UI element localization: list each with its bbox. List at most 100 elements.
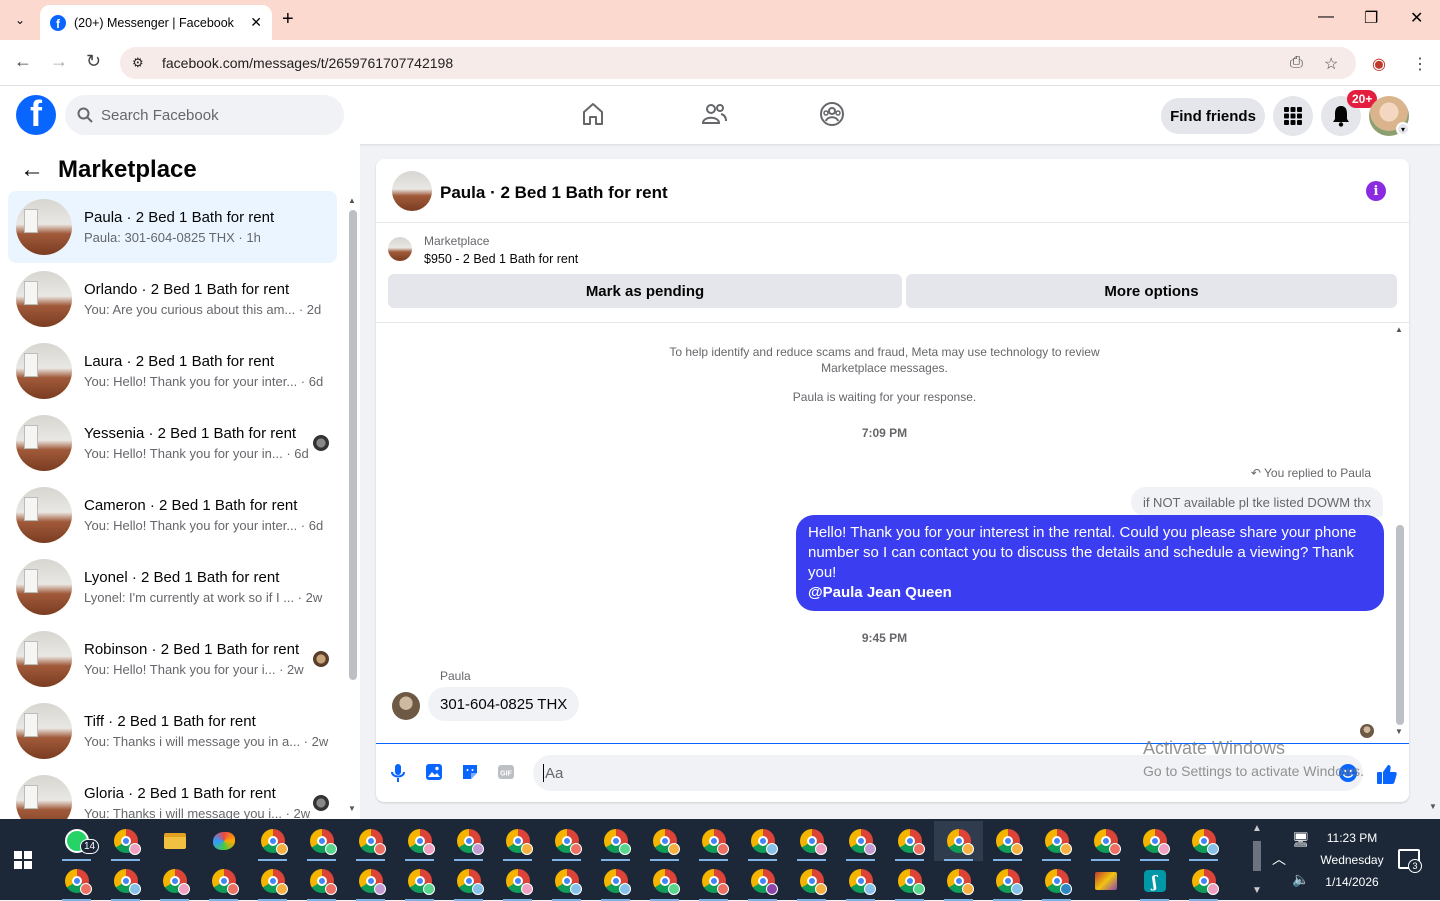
scroll-down-icon[interactable]: ▼	[348, 804, 356, 813]
chrome-icon[interactable]	[297, 861, 346, 901]
thumbs-up-icon[interactable]	[1376, 763, 1398, 785]
streaming-app-icon[interactable]: ʃ	[1130, 861, 1179, 901]
chrome-icon[interactable]	[395, 821, 444, 861]
conversation-item[interactable]: Paula · 2 Bed 1 Bath for rent Paula: 301-…	[8, 191, 337, 263]
windows-start-icon[interactable]	[14, 851, 32, 869]
chat-avatar[interactable]	[392, 171, 432, 211]
chrome-icon[interactable]	[542, 861, 591, 901]
clock-day[interactable]: Wednesday	[1316, 853, 1388, 867]
conversation-list-scrollbar[interactable]: ▲ ▼	[347, 196, 357, 816]
conversation-item[interactable]: Gloria · 2 Bed 1 Bath for rent You: Thank…	[8, 767, 337, 819]
chrome-icon[interactable]	[787, 821, 836, 861]
page-scrollbar[interactable]: ▼	[1427, 144, 1440, 819]
chrome-icon[interactable]	[101, 861, 150, 901]
conversation-item[interactable]: Tiff · 2 Bed 1 Bath for rent You: Thanks …	[8, 695, 337, 767]
volume-icon[interactable]: 🔈	[1292, 871, 1309, 888]
scroll-down-icon[interactable]: ▼	[1252, 885, 1262, 896]
scroll-up-icon[interactable]: ▲	[1395, 325, 1403, 334]
facebook-logo-icon[interactable]: f	[16, 95, 56, 135]
groups-icon[interactable]	[819, 101, 845, 127]
mark-as-pending-button[interactable]: Mark as pending	[388, 274, 902, 308]
scroll-up-icon[interactable]: ▲	[1252, 823, 1262, 834]
maximize-button[interactable]: ❐	[1364, 8, 1378, 28]
chat-title[interactable]: Paula · 2 Bed 1 Bath for rent	[440, 183, 668, 203]
chrome-icon-active[interactable]	[934, 821, 983, 861]
chrome-icon[interactable]	[983, 861, 1032, 901]
search-input[interactable]: Search Facebook	[65, 95, 344, 135]
chrome-icon[interactable]	[395, 861, 444, 901]
gif-icon[interactable]: GIF	[497, 763, 515, 781]
chrome-icon[interactable]	[1130, 821, 1179, 861]
listing-thumbnail[interactable]	[388, 237, 412, 261]
browser-tab[interactable]: f (20+) Messenger | Facebook ✕	[40, 5, 272, 40]
file-explorer-icon[interactable]	[150, 821, 199, 861]
install-app-icon[interactable]: ⎙	[1290, 54, 1303, 72]
chrome-icon[interactable]	[640, 821, 689, 861]
network-icon[interactable]: 🖥	[1292, 831, 1310, 848]
more-options-button[interactable]: More options	[906, 274, 1397, 308]
conversation-item[interactable]: Cameron · 2 Bed 1 Bath for rent You: Hell…	[8, 479, 337, 551]
chrome-icon[interactable]	[101, 821, 150, 861]
conversation-item[interactable]: Laura · 2 Bed 1 Bath for rent You: Hello!…	[8, 335, 337, 407]
chrome-icon[interactable]	[738, 821, 787, 861]
conversation-item[interactable]: Lyonel · 2 Bed 1 Bath for rent Lyonel: I'…	[8, 551, 337, 623]
chrome-icon[interactable]	[689, 821, 738, 861]
scroll-up-icon[interactable]: ▲	[348, 196, 356, 205]
photo-icon[interactable]	[425, 763, 443, 781]
menu-grid-icon[interactable]	[1273, 96, 1313, 136]
minimize-button[interactable]: —	[1318, 8, 1334, 26]
chrome-icon[interactable]	[885, 821, 934, 861]
paint-icon[interactable]	[199, 821, 248, 861]
conversation-item[interactable]: Yessenia · 2 Bed 1 Bath for rent You: Hel…	[8, 407, 337, 479]
new-tab-button[interactable]: +	[282, 8, 294, 31]
chrome-icon[interactable]	[591, 821, 640, 861]
microphone-icon[interactable]	[390, 763, 406, 783]
chrome-icon[interactable]	[787, 861, 836, 901]
chrome-icon[interactable]	[493, 821, 542, 861]
scrollbar-thumb[interactable]	[1396, 525, 1404, 725]
chrome-icon[interactable]	[493, 861, 542, 901]
menu-kebab-icon[interactable]: ⋮	[1412, 54, 1428, 74]
back-arrow-icon[interactable]: ←	[20, 156, 44, 184]
chrome-icon[interactable]	[836, 821, 885, 861]
sender-avatar[interactable]	[392, 692, 420, 720]
scroll-down-icon[interactable]: ▼	[1429, 802, 1437, 811]
tab-search-dropdown[interactable]: ⌄	[8, 8, 32, 32]
whatsapp-icon[interactable]: 14	[52, 821, 101, 861]
chrome-icon[interactable]	[444, 861, 493, 901]
incoming-message[interactable]: 301-604-0825 THX	[428, 687, 580, 721]
address-bar[interactable]: ⚙ facebook.com/messages/t/26597617077421…	[120, 47, 1356, 79]
outgoing-message[interactable]: Hello! Thank you for your interest in th…	[796, 515, 1384, 611]
close-window-button[interactable]: ✕	[1410, 8, 1423, 28]
chrome-icon[interactable]	[346, 821, 395, 861]
chrome-icon[interactable]	[885, 861, 934, 901]
scroll-down-icon[interactable]: ▼	[1395, 727, 1403, 736]
find-friends-button[interactable]: Find friends	[1161, 98, 1265, 134]
chevron-up-icon[interactable]: ︿	[1272, 849, 1286, 869]
conversation-item[interactable]: Orlando · 2 Bed 1 Bath for rent You: Are …	[8, 263, 337, 335]
chrome-icon[interactable]	[248, 821, 297, 861]
scrollbar-thumb[interactable]	[349, 210, 357, 680]
chrome-icon[interactable]	[934, 861, 983, 901]
clock-time[interactable]: 11:23 PM	[1320, 831, 1384, 845]
taskbar-scroll-buttons[interactable]: ▲ ▼	[1250, 823, 1264, 897]
chrome-icon[interactable]	[199, 861, 248, 901]
quoted-message[interactable]: if NOT available pl tke listed DOWM thx	[1130, 487, 1383, 517]
chrome-icon[interactable]	[248, 861, 297, 901]
chrome-icon[interactable]	[1179, 821, 1228, 861]
chrome-icon[interactable]	[738, 861, 787, 901]
close-tab-icon[interactable]: ✕	[250, 14, 262, 31]
home-icon[interactable]	[581, 101, 605, 127]
chat-scrollbar[interactable]: ▲ ▼	[1394, 325, 1404, 737]
chrome-icon[interactable]	[297, 821, 346, 861]
chrome-icon[interactable]	[1081, 821, 1130, 861]
chrome-icon[interactable]	[836, 861, 885, 901]
mention-link[interactable]: @Paula Jean Queen	[808, 583, 1372, 603]
chrome-icon[interactable]	[689, 861, 738, 901]
sticker-icon[interactable]	[461, 763, 479, 781]
back-arrow-icon[interactable]: ←	[14, 51, 32, 72]
conversation-item[interactable]: Robinson · 2 Bed 1 Bath for rent You: Hel…	[8, 623, 337, 695]
scrollbar-thumb[interactable]	[1253, 841, 1261, 871]
forward-arrow-icon[interactable]: →	[50, 51, 68, 72]
info-icon[interactable]: i	[1366, 181, 1386, 201]
